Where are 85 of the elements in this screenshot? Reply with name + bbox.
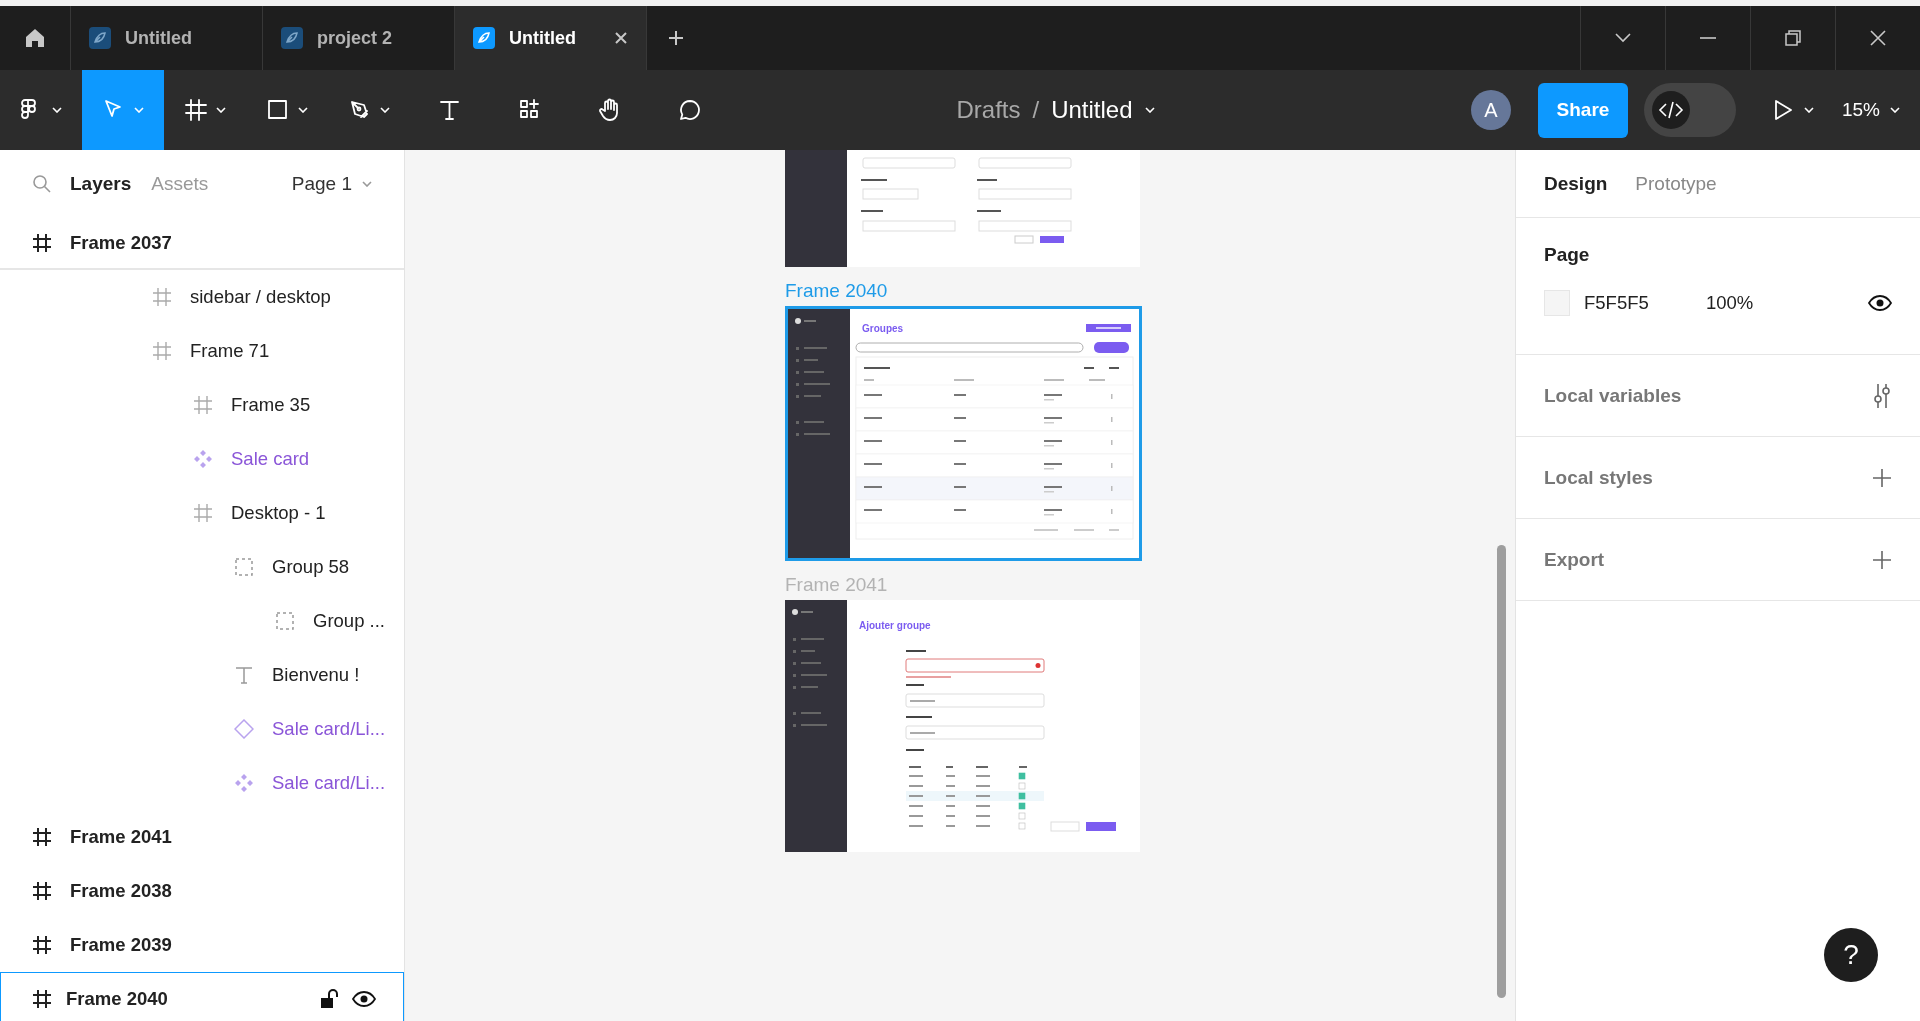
layer-row[interactable]: Bienvenu ! (0, 648, 404, 702)
file-icon (89, 27, 111, 49)
hash-icon (32, 233, 52, 253)
scrollbar[interactable] (1497, 545, 1506, 998)
speech-bubble-icon (678, 98, 702, 122)
hash-icon (32, 881, 52, 901)
hash-icon (152, 287, 172, 307)
dashed-square-icon (234, 557, 254, 577)
section-title: Export (1544, 548, 1605, 571)
frame-artboard[interactable] (785, 150, 1140, 267)
hash-icon (32, 989, 52, 1009)
page-heading: Groupes (862, 322, 904, 334)
caret-icon (380, 107, 390, 113)
layer-row[interactable]: Frame 2037 (0, 218, 404, 270)
layer-row[interactable]: Group 58 (0, 540, 404, 594)
layer-row[interactable]: Frame 71 (0, 324, 404, 378)
breadcrumb-separator: / (1032, 96, 1040, 124)
layer-row[interactable]: Sale card (0, 432, 404, 486)
hash-icon (152, 341, 172, 361)
layer-row[interactable]: sidebar / desktop (0, 270, 404, 324)
layer-row[interactable]: Sale card/Li... (0, 756, 404, 810)
dev-mode-toggle[interactable] (1643, 83, 1736, 137)
caret-icon (216, 107, 226, 113)
file-icon (281, 27, 303, 49)
layer-row[interactable]: Desktop - 1 (0, 486, 404, 540)
frame-artboard[interactable]: Ajouter groupe (785, 600, 1140, 852)
restore-icon (1783, 28, 1803, 48)
user-avatar[interactable]: A (1470, 90, 1511, 130)
caret-icon (298, 107, 308, 113)
page-heading: Ajouter groupe (859, 619, 931, 631)
folder-link[interactable]: Drafts (956, 96, 1021, 124)
hash-icon (32, 935, 52, 955)
layer-row[interactable]: Group ... (0, 594, 404, 648)
layer-row[interactable]: Sale card/Li... (0, 702, 404, 756)
panel-tab[interactable]: Layers (70, 173, 132, 195)
plus-icon[interactable] (1872, 549, 1892, 570)
layer-row[interactable]: Frame 35 (0, 378, 404, 432)
minimize-icon (1700, 37, 1716, 39)
hash-icon (32, 827, 52, 847)
sliders-icon[interactable] (1872, 382, 1892, 409)
file-icon (473, 27, 495, 49)
caret-icon (52, 107, 62, 113)
hash-icon (184, 98, 208, 122)
opacity-value[interactable]: 100% (1706, 292, 1754, 314)
layer-row[interactable]: Frame 2039 (0, 918, 404, 972)
color-swatch[interactable] (1544, 290, 1570, 316)
caret-icon (362, 181, 372, 187)
layer-row[interactable]: Frame 2041 (0, 810, 404, 864)
frame-artboard[interactable]: Groupes (785, 306, 1142, 561)
panel-tab[interactable]: Prototype (1635, 172, 1717, 195)
search-icon (32, 174, 52, 194)
text-icon (438, 98, 462, 122)
eye-icon (352, 991, 376, 1007)
caret-icon (1890, 107, 1900, 113)
layer-row[interactable]: Frame 2038 (0, 864, 404, 918)
section-title: Local styles (1544, 466, 1653, 489)
text-icon (234, 665, 254, 685)
plus-icon (668, 30, 684, 46)
color-value[interactable]: F5F5F5 (1584, 292, 1706, 314)
section-title: Page (1544, 244, 1591, 266)
diamond-icon (234, 719, 254, 739)
dashed-square-icon (275, 611, 295, 631)
caret-icon (134, 107, 144, 113)
unlock-icon (320, 989, 338, 1009)
panel-tab[interactable]: Design (1544, 172, 1608, 195)
component-icon (193, 449, 213, 469)
component-icon (234, 773, 254, 793)
caret-icon (1803, 107, 1814, 113)
square-icon (266, 98, 290, 122)
close-icon (614, 31, 628, 45)
hash-icon (193, 395, 213, 415)
code-icon (1650, 90, 1691, 130)
home-icon (24, 27, 46, 49)
button-drawing (1086, 324, 1131, 332)
layer-row[interactable]: Frame 2040 (0, 972, 404, 1021)
close-icon (1868, 28, 1888, 48)
eye-icon[interactable] (1868, 295, 1892, 311)
hash-icon (193, 503, 213, 523)
section-title: Local variables (1544, 384, 1682, 407)
file-name[interactable]: Untitled (1051, 96, 1133, 124)
file-tab[interactable]: Untitled (455, 6, 647, 70)
caret-icon (1144, 107, 1155, 113)
zoom-menu[interactable]: 15% (1841, 99, 1900, 121)
plus-icon[interactable] (1872, 467, 1892, 488)
page-dropdown[interactable]: Page 1 (291, 173, 372, 195)
